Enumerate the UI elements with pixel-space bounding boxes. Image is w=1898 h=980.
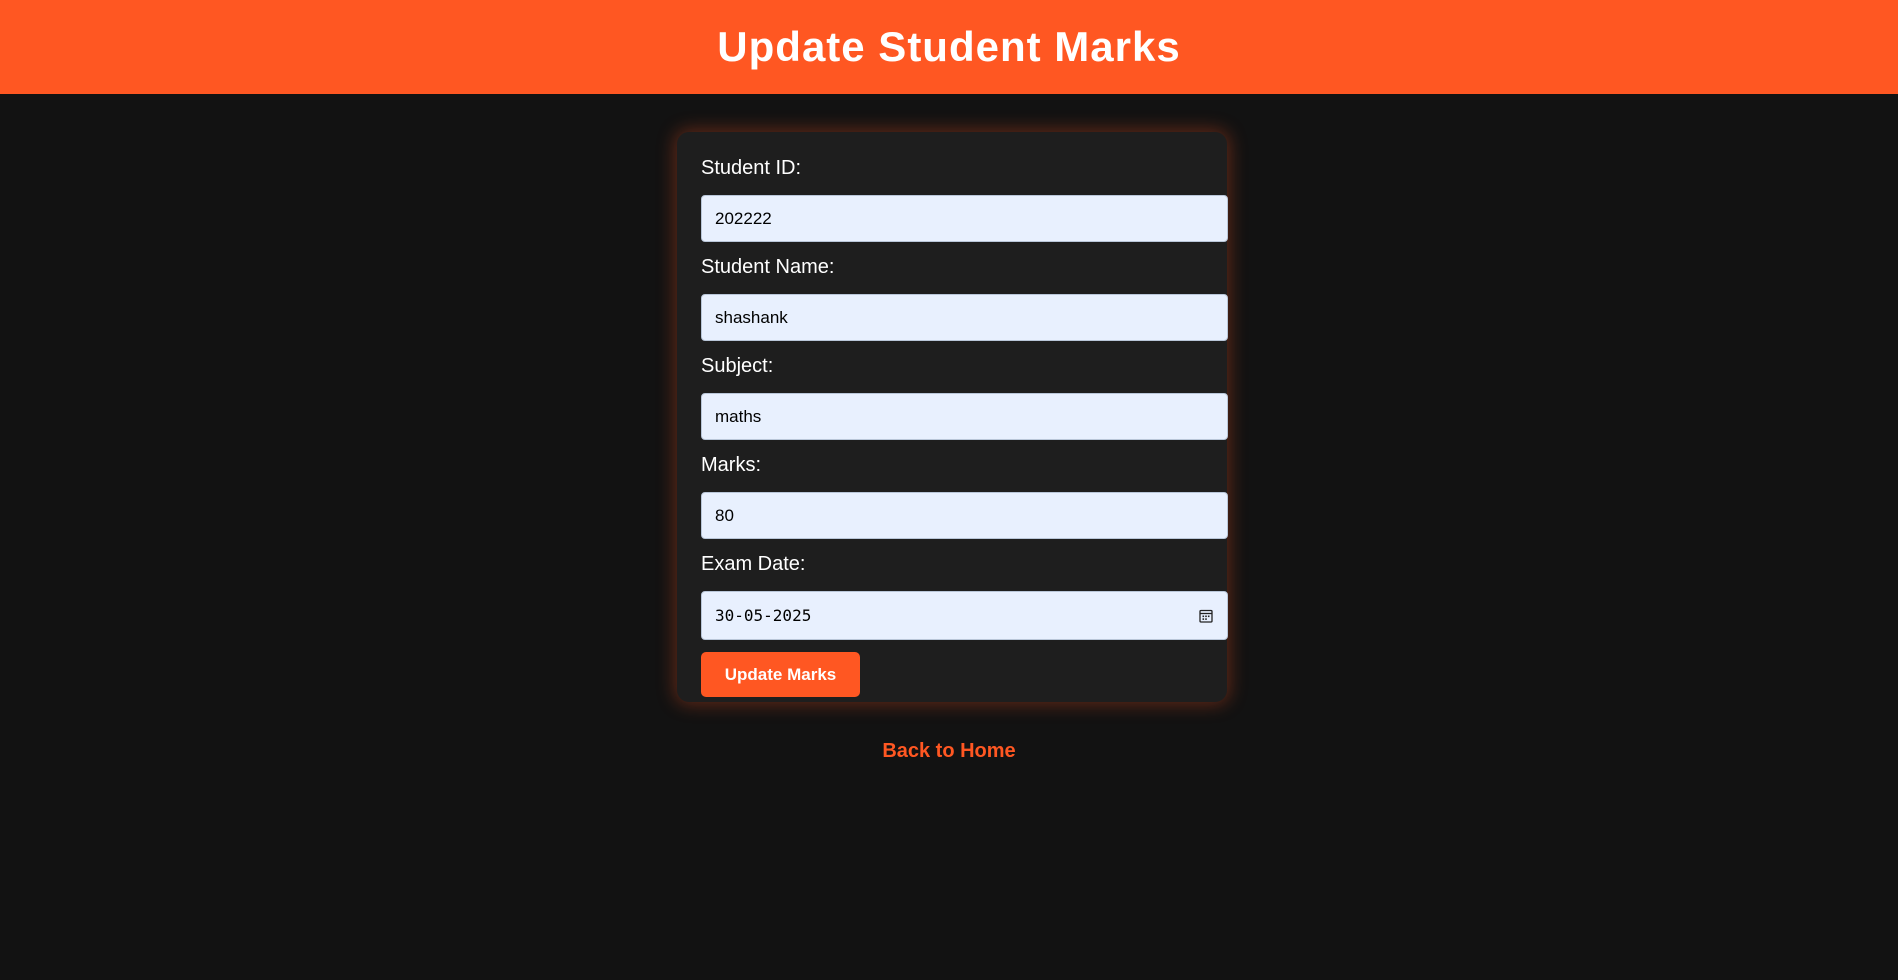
page-title: Update Student Marks — [717, 23, 1181, 70]
back-to-home-link[interactable]: Back to Home — [882, 740, 1015, 762]
subject-input[interactable]: maths — [701, 393, 1228, 440]
student-name-value: shashank — [715, 307, 788, 327]
update-marks-button[interactable]: Update Marks — [701, 652, 860, 697]
marks-label: Marks: — [701, 454, 761, 476]
exam-date-label: Exam Date: — [701, 553, 806, 575]
calendar-icon[interactable] — [1198, 608, 1214, 624]
student-id-input[interactable]: 202222 — [701, 195, 1228, 242]
page-header: Update Student Marks — [0, 0, 1898, 94]
update-marks-form: Student ID: 202222 Student Name: shashan… — [677, 132, 1228, 702]
subject-value: maths — [715, 406, 762, 426]
student-name-input[interactable]: shashank — [701, 294, 1228, 341]
exam-date-input[interactable]: 30-05-2025 — [701, 591, 1228, 640]
back-to-home-container: Back to Home — [0, 740, 1898, 763]
student-id-value: 202222 — [715, 208, 772, 228]
marks-input[interactable]: 80 — [701, 492, 1228, 539]
marks-value: 80 — [715, 505, 734, 525]
student-id-label: Student ID: — [701, 157, 802, 179]
student-name-label: Student Name: — [701, 256, 835, 278]
exam-date-value: 30-05-2025 — [715, 606, 812, 625]
subject-label: Subject: — [701, 355, 774, 377]
